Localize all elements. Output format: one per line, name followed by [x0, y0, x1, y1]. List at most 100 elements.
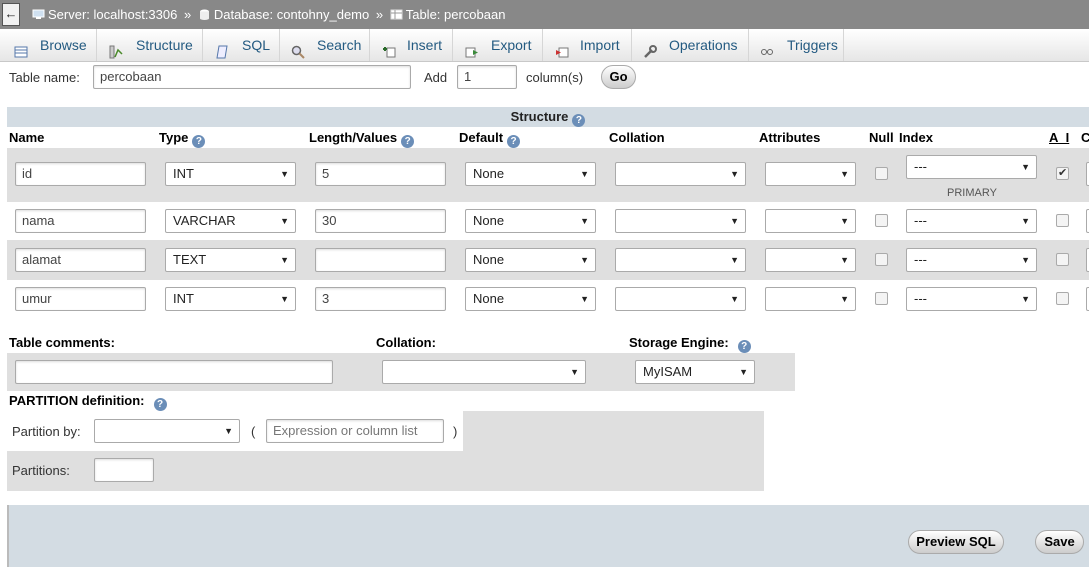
collation-select[interactable]: ▼: [615, 248, 746, 272]
length-input[interactable]: 3: [315, 287, 446, 311]
table-collation-label: Collation:: [376, 335, 436, 350]
chevron-down-icon: ▼: [730, 169, 739, 179]
auto-increment-checkbox[interactable]: [1056, 292, 1069, 305]
go-button[interactable]: Go: [601, 65, 636, 89]
add-label: Add: [424, 70, 448, 85]
close-paren: ): [453, 424, 458, 439]
breadcrumb-database[interactable]: Database: contohny_demo: [214, 7, 369, 22]
chevron-down-icon: ▼: [1021, 255, 1030, 265]
tab-search[interactable]: Search: [280, 29, 370, 61]
tab-operations-label: Operations: [669, 37, 738, 53]
table-comments-input[interactable]: [15, 360, 333, 384]
table-name-input[interactable]: percobaan: [93, 65, 411, 89]
attributes-select[interactable]: ▼: [765, 209, 856, 233]
breadcrumb-server[interactable]: Server: localhost:3306: [48, 7, 177, 22]
type-select[interactable]: VARCHAR ▼: [165, 209, 296, 233]
collation-select[interactable]: ▼: [615, 162, 746, 186]
header-name: Name: [9, 130, 45, 145]
chevron-down-icon: ▼: [280, 294, 289, 304]
default-select[interactable]: None ▼: [465, 287, 596, 311]
length-input[interactable]: [315, 248, 446, 272]
chevron-down-icon: ▼: [840, 216, 849, 226]
help-icon[interactable]: ?: [192, 135, 206, 148]
length-input[interactable]: 5: [315, 162, 446, 186]
tab-import[interactable]: Import: [543, 29, 632, 61]
tab-browse[interactable]: Browse: [0, 29, 97, 61]
type-select[interactable]: TEXT ▼: [165, 248, 296, 272]
tab-export-label: Export: [491, 37, 532, 53]
tab-export[interactable]: Export: [453, 29, 543, 61]
back-button[interactable]: ←: [2, 3, 20, 26]
chevron-down-icon: ▼: [840, 169, 849, 179]
chevron-down-icon: ▼: [580, 169, 589, 179]
header-index: Index: [899, 130, 933, 145]
auto-increment-checkbox[interactable]: [1056, 166, 1069, 180]
column-name-input[interactable]: nama: [15, 209, 146, 233]
null-checkbox[interactable]: [875, 214, 888, 227]
auto-increment-checkbox[interactable]: [1056, 253, 1069, 266]
tab-insert[interactable]: Insert: [370, 29, 453, 61]
auto-increment-checkbox[interactable]: [1056, 214, 1069, 227]
tab-sql[interactable]: SQL: [203, 29, 280, 61]
tab-browse-label: Browse: [40, 37, 87, 53]
partition-by-label: Partition by:: [12, 424, 81, 439]
null-checkbox[interactable]: [875, 253, 888, 266]
breadcrumb: Server: localhost:3306 » Database: conto…: [32, 7, 505, 22]
length-input[interactable]: 30: [315, 209, 446, 233]
header-length: Length/Values?: [309, 130, 415, 148]
help-icon[interactable]: ?: [737, 340, 751, 353]
collation-select[interactable]: ▼: [615, 209, 746, 233]
structure-header: Structure?: [7, 107, 1089, 127]
table-collation-select[interactable]: ▼: [382, 360, 586, 384]
help-icon[interactable]: ?: [153, 398, 167, 411]
tab-import-label: Import: [580, 37, 620, 53]
partition-by-select[interactable]: ▼: [94, 419, 240, 443]
tab-triggers-label: Triggers: [787, 37, 838, 53]
default-select[interactable]: None ▼: [465, 209, 596, 233]
index-select[interactable]: --- ▼: [906, 209, 1037, 233]
tab-triggers[interactable]: Triggers: [749, 29, 844, 61]
type-select[interactable]: INT ▼: [165, 287, 296, 311]
default-select[interactable]: None ▼: [465, 162, 596, 186]
help-icon[interactable]: ?: [507, 135, 521, 148]
type-select[interactable]: INT ▼: [165, 162, 296, 186]
chevron-down-icon: ▼: [730, 294, 739, 304]
help-icon[interactable]: ?: [401, 135, 415, 148]
partitions-input[interactable]: [94, 458, 154, 482]
chevron-down-icon: ▼: [840, 255, 849, 265]
import-icon: [555, 38, 569, 58]
tab-structure[interactable]: Structure: [97, 29, 203, 61]
attributes-select[interactable]: ▼: [765, 287, 856, 311]
index-select[interactable]: --- ▼: [906, 248, 1037, 272]
collation-select[interactable]: ▼: [615, 287, 746, 311]
chevron-down-icon: ▼: [840, 294, 849, 304]
chevron-down-icon: ▼: [739, 367, 748, 377]
column-name-input[interactable]: umur: [15, 287, 146, 311]
preview-sql-button[interactable]: Preview SQL: [908, 530, 1004, 554]
tab-operations[interactable]: Operations: [632, 29, 749, 61]
null-checkbox[interactable]: [875, 292, 888, 305]
default-select[interactable]: None ▼: [465, 248, 596, 272]
chevron-down-icon: ▼: [1021, 294, 1030, 304]
server-icon: [32, 8, 45, 19]
breadcrumb-table[interactable]: Table: percobaan: [406, 7, 506, 22]
save-button[interactable]: Save: [1035, 530, 1084, 554]
table-name-label: Table name:: [9, 70, 80, 85]
index-select[interactable]: --- ▼: [906, 287, 1037, 311]
chevron-down-icon: ▼: [280, 255, 289, 265]
storage-engine-select[interactable]: MyISAM ▼: [635, 360, 755, 384]
index-select[interactable]: --- ▼: [906, 155, 1037, 179]
partitions-label: Partitions:: [12, 463, 70, 478]
help-icon[interactable]: ?: [572, 114, 586, 127]
export-icon: [465, 38, 479, 58]
column-name-input[interactable]: id: [15, 162, 146, 186]
header-collation: Collation: [609, 130, 665, 145]
partition-expression-input[interactable]: Expression or column list: [266, 419, 444, 443]
header-c: C: [1081, 130, 1089, 145]
column-name-input[interactable]: alamat: [15, 248, 146, 272]
null-checkbox[interactable]: [875, 167, 888, 180]
header-null: Null: [869, 130, 894, 145]
attributes-select[interactable]: ▼: [765, 248, 856, 272]
attributes-select[interactable]: ▼: [765, 162, 856, 186]
add-columns-input[interactable]: 1: [457, 65, 517, 89]
